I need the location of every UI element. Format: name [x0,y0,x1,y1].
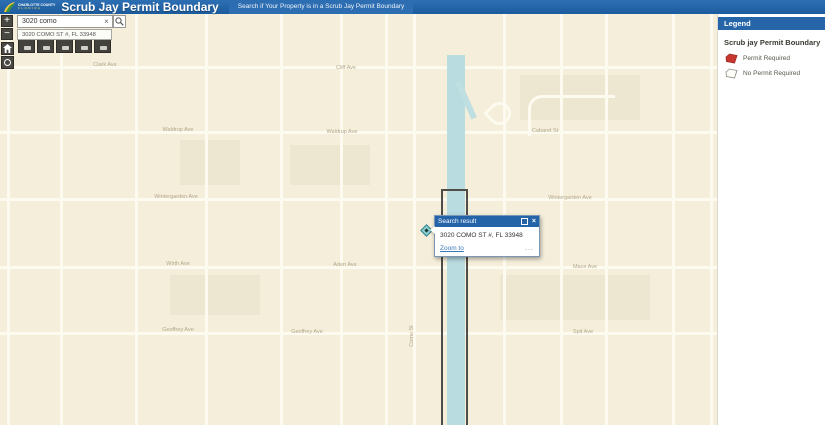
zoom-in-button[interactable]: + [1,15,13,27]
search-icon [115,17,124,26]
street-label: Cabaret St [532,128,558,134]
street-label: Aden Ave [333,262,356,268]
zoom-to-link[interactable]: Zoom to [440,245,464,252]
search-button[interactable] [113,15,126,28]
search-input[interactable] [17,15,113,28]
charlotte-county-logo: CHARLOTTE COUNTY FLORIDA [0,0,55,14]
road [280,14,283,425]
popup-header: Search result × [435,216,539,227]
page-subtitle: Search if Your Property is in a Scrub Ja… [229,0,414,14]
street-label: Wintergarden Ave [154,194,198,200]
popup-title: Search result [438,218,521,225]
legend-group-title: Scrub jay Permit Boundary [718,30,825,51]
my-location-button[interactable] [1,56,14,69]
street-label: Como St [409,325,415,346]
toolbar-button-5[interactable] [94,38,111,53]
map-block [290,145,370,185]
search-result-popup: Search result × 3020 COMO ST #, FL 33948… [434,215,540,257]
legend-item-no-permit-required: No Permit Required [718,66,825,81]
toolbar-button-3[interactable] [56,38,73,53]
app-header: CHARLOTTE COUNTY FLORIDA Scrub Jay Permi… [0,0,825,14]
legend-panel: Legend Scrub jay Permit Boundary Permit … [717,14,825,425]
tool-icon [81,46,88,50]
toolbar-button-2[interactable] [37,38,54,53]
logo-swoosh-icon [3,2,16,13]
search-suggestion-item[interactable]: 3020 COMO ST #, FL 33948 [17,29,112,40]
road [385,14,388,425]
maximize-icon[interactable] [521,218,528,225]
clear-search-icon[interactable]: × [102,17,111,26]
street-label: Geoffrey Ave [291,329,323,335]
home-extent-button[interactable] [1,42,14,55]
legend-header: Legend [718,17,825,30]
road [0,332,717,335]
scrub-jay-app: CHARLOTTE COUNTY FLORIDA Scrub Jay Permi… [0,0,825,425]
road [0,266,717,269]
zoom-out-button[interactable]: − [1,28,13,40]
popup-arrow [430,226,435,234]
tool-icon [24,46,31,50]
legend-item-label: No Permit Required [743,70,800,77]
close-icon[interactable]: × [532,218,536,225]
road [340,14,343,425]
logo-sub-text: FLORIDA [18,7,55,10]
legend-item-label: Permit Required [743,55,790,62]
street-label: Waldrup Ave [163,127,194,133]
toolbar-button-4[interactable] [75,38,92,53]
map-block [180,140,240,185]
street-label: Spit Ave [573,329,593,335]
page-title: Scrub Jay Permit Boundary [61,0,218,14]
road [0,198,717,201]
road [560,14,563,425]
no-permit-required-swatch-icon [725,68,738,79]
street-label: Cliff Ave [336,65,356,71]
more-options-icon[interactable]: ... [525,247,534,251]
street-label: Geoffrey Ave [162,327,194,333]
road [135,14,138,425]
street-label: Wirth Ave [166,261,189,267]
legend-item-permit-required: Permit Required [718,51,825,66]
permit-required-swatch-icon [725,53,738,64]
home-icon [3,44,12,53]
road [605,14,608,425]
map-block [500,275,650,320]
street-label: Wintergarden Ave [548,195,592,201]
tool-icon [62,46,69,50]
street-label: Mace Ave [573,264,597,270]
road [60,14,63,425]
map-block [170,275,260,315]
street-label: Waldrup Ave [327,129,358,135]
road [7,14,10,425]
road [205,14,208,425]
toolbar-button-1[interactable] [18,38,35,53]
street-label: Clark Ave [93,62,116,68]
road [672,14,675,425]
locate-icon [4,59,11,66]
tool-icon [100,46,107,50]
road [413,14,416,425]
road [710,14,713,425]
tool-icon [43,46,50,50]
marker-core [424,228,428,232]
popup-address: 3020 COMO ST #, FL 33948 [435,227,539,241]
